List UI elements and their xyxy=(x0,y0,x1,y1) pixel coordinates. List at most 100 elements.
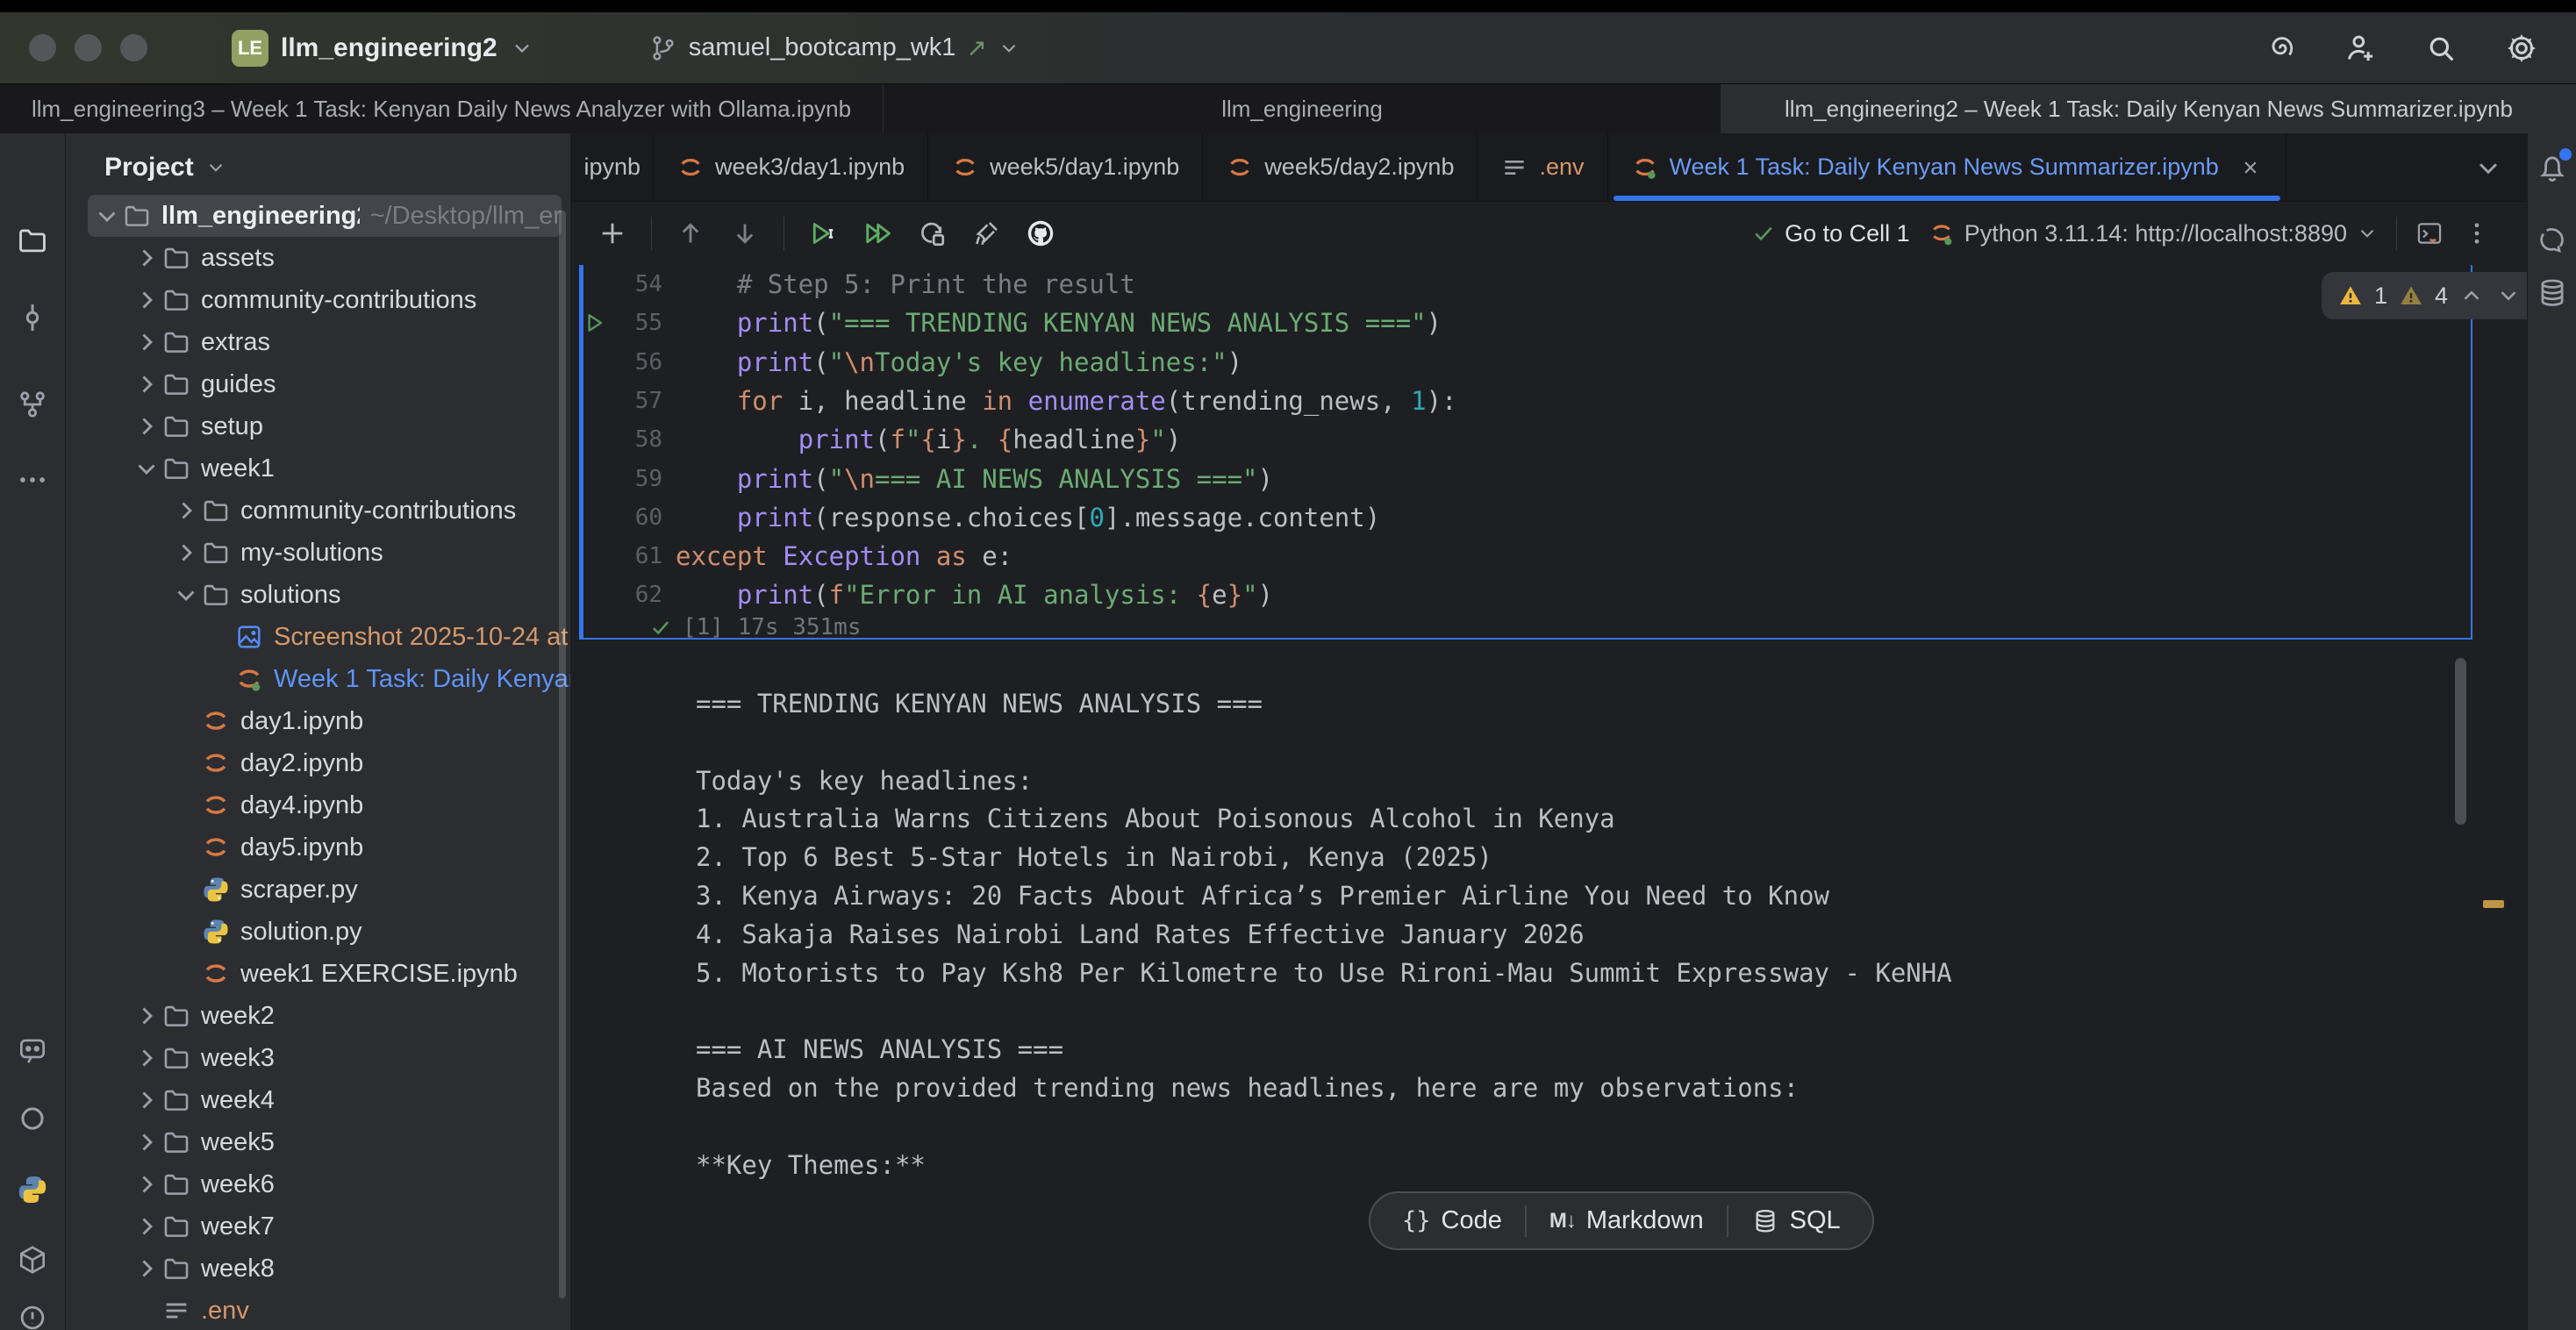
project-widget[interactable]: LE llm_engineering2 xyxy=(232,30,534,67)
chevron-right-icon[interactable] xyxy=(132,415,161,438)
cell-type-code-button[interactable]: {}Code xyxy=(1379,1206,1525,1235)
chevron-right-icon[interactable] xyxy=(132,1257,161,1280)
tree-item-day4-ipynb[interactable]: day4.ipynb xyxy=(66,784,570,826)
next-problem-icon[interactable] xyxy=(2495,282,2522,309)
project-tree-scrollbar[interactable] xyxy=(559,211,566,1298)
chevron-right-icon[interactable] xyxy=(171,499,201,522)
editor-tab-week-1-task-daily-kenyan-news-summarizer-ipynb[interactable]: Week 1 Task: Daily Kenyan News Summarize… xyxy=(1608,133,2286,201)
more-icon[interactable] xyxy=(16,463,49,497)
hidden-tabs-chevron-icon[interactable] xyxy=(2472,152,2504,183)
settings-gear-icon[interactable] xyxy=(2504,31,2539,66)
tree-item-day1-ipynb[interactable]: day1.ipynb xyxy=(66,700,570,742)
ai-assistant-icon[interactable] xyxy=(16,1033,49,1067)
tree-item-week-1-task-daily-kenyar[interactable]: Week 1 Task: Daily Kenyar xyxy=(66,658,570,700)
code-line-60[interactable]: 60 print(response.choices[0].message.con… xyxy=(570,498,2465,537)
problems-icon[interactable] xyxy=(16,1301,49,1330)
tree-item-community-contributions[interactable]: community-contributions xyxy=(66,279,570,321)
tree-item-week7[interactable]: week7 xyxy=(66,1205,570,1248)
editor-tab-week3-day1-ipynb[interactable]: week3/day1.ipynb xyxy=(654,133,928,201)
restart-kernel-icon[interactable] xyxy=(916,218,948,249)
tree-item-day5-ipynb[interactable]: day5.ipynb xyxy=(66,826,570,869)
cell-type-markdown-button[interactable]: M↓Markdown xyxy=(1527,1206,1727,1235)
close-window-button[interactable] xyxy=(29,34,56,61)
tree-item-week4[interactable]: week4 xyxy=(66,1079,570,1121)
tree-item--env[interactable]: .env xyxy=(66,1290,570,1330)
run-cell-icon[interactable] xyxy=(807,218,839,249)
tree-item-extras[interactable]: extras xyxy=(66,321,570,363)
add-cell-icon[interactable] xyxy=(597,218,628,249)
ai-swirl-icon[interactable] xyxy=(2262,31,2297,66)
tree-item-scraper-py[interactable]: scraper.py xyxy=(66,869,570,911)
inspections-widget[interactable]: 1 4 xyxy=(2322,272,2527,319)
tree-item-day2-ipynb[interactable]: day2.ipynb xyxy=(66,742,570,784)
code-line-59[interactable]: 59 print("\n=== AI NEWS ANALYSIS ===") xyxy=(570,460,2465,498)
chevron-right-icon[interactable] xyxy=(171,541,201,564)
window-tab-1[interactable]: llm_engineering3 – Week 1 Task: Kenyan D… xyxy=(0,84,884,133)
project-icon[interactable] xyxy=(16,224,49,257)
minimize-window-button[interactable] xyxy=(75,34,102,61)
chevron-right-icon[interactable] xyxy=(132,373,161,396)
tree-item-week3[interactable]: week3 xyxy=(66,1037,570,1079)
chevron-right-icon[interactable] xyxy=(132,1215,161,1238)
chevron-right-icon[interactable] xyxy=(132,1047,161,1069)
notifications-icon[interactable] xyxy=(2536,151,2569,184)
clear-outputs-broom-icon[interactable] xyxy=(970,218,1002,249)
jupyter-console-icon[interactable] xyxy=(2415,218,2444,248)
code-line-62[interactable]: 62 print(f"Error in AI analysis: {e}") xyxy=(570,576,2465,614)
tree-item-assets[interactable]: assets xyxy=(66,237,570,279)
maximize-window-button[interactable] xyxy=(120,34,147,61)
code-line-57[interactable]: 57 for i, headline in enumerate(trending… xyxy=(570,382,2465,420)
editor-scrollbar-thumb[interactable] xyxy=(2455,658,2466,825)
run-all-cells-icon[interactable] xyxy=(862,218,893,249)
tree-item-guides[interactable]: guides xyxy=(66,363,570,405)
chevron-right-icon[interactable] xyxy=(132,1005,161,1027)
tree-item-screenshot-2025-10-24-at[interactable]: Screenshot 2025-10-24 at xyxy=(66,616,570,658)
previous-problem-icon[interactable] xyxy=(2458,282,2485,309)
tree-item-solutions[interactable]: solutions xyxy=(66,574,570,616)
commit-icon[interactable] xyxy=(16,301,49,334)
chevron-down-icon[interactable] xyxy=(171,583,201,606)
move-cell-up-icon[interactable] xyxy=(675,218,706,249)
tree-item-my-solutions[interactable]: my-solutions xyxy=(66,532,570,574)
cell-type-sql-button[interactable]: SQL xyxy=(1728,1206,1864,1235)
window-tab-3[interactable]: llm_engineering2 – Week 1 Task: Daily Ke… xyxy=(1721,84,2576,133)
tree-item-week1-exercise-ipynb[interactable]: week1 EXERCISE.ipynb xyxy=(66,953,570,995)
editor-tab-week5-day2-ipynb[interactable]: week5/day2.ipynb xyxy=(1203,133,1478,201)
database-icon[interactable] xyxy=(2536,276,2569,310)
tree-item-week6[interactable]: week6 xyxy=(66,1163,570,1205)
search-icon[interactable] xyxy=(2423,31,2458,66)
code-line-55[interactable]: 55 print("=== TRENDING KENYAN NEWS ANALY… xyxy=(570,304,2465,342)
kernel-selector[interactable]: Python 3.11.14: http://localhost:8890 xyxy=(1928,219,2379,247)
editor-tab-ipynb[interactable]: ipynb xyxy=(570,133,654,201)
tree-item-community-contributions[interactable]: community-contributions xyxy=(66,490,570,532)
tree-item-week2[interactable]: week2 xyxy=(66,995,570,1037)
services-icon[interactable] xyxy=(16,1243,49,1276)
chevron-right-icon[interactable] xyxy=(132,1089,161,1112)
chevron-right-icon[interactable] xyxy=(132,1131,161,1154)
vcs-branch-widget[interactable]: samuel_bootcamp_wk1 ↗ xyxy=(648,33,1020,63)
run-cell-gutter-icon[interactable] xyxy=(583,311,607,335)
close-tab-icon[interactable] xyxy=(2238,155,2263,180)
notebook-document[interactable]: 54 # Step 5: Print the result55 print("=… xyxy=(570,265,2527,1330)
chevron-right-icon[interactable] xyxy=(132,331,161,354)
code-line-61[interactable]: 61except Exception as e: xyxy=(570,537,2465,576)
chevron-down-icon[interactable] xyxy=(132,457,161,480)
kebab-menu-icon[interactable] xyxy=(2462,218,2492,248)
go-to-cell-button[interactable]: Go to Cell 1 xyxy=(1751,220,1910,247)
code-line-58[interactable]: 58 print(f"{i}. {headline}") xyxy=(570,420,2465,459)
window-tab-2[interactable]: llm_engineering xyxy=(884,84,1721,133)
python-console-icon[interactable] xyxy=(16,1173,49,1206)
tree-item-week5[interactable]: week5 xyxy=(66,1121,570,1163)
chevron-right-icon[interactable] xyxy=(132,1173,161,1196)
warning-stripe-mark[interactable] xyxy=(2483,900,2504,908)
window-controls[interactable] xyxy=(29,34,147,61)
project-panel-header[interactable]: Project xyxy=(66,133,570,195)
move-cell-down-icon[interactable] xyxy=(729,218,761,249)
tree-item-llm-engineering2[interactable]: llm_engineering2~/Desktop/llm_er xyxy=(88,195,562,237)
github-icon[interactable] xyxy=(1025,218,1056,249)
code-line-54[interactable]: 54 # Step 5: Print the result xyxy=(570,265,2465,304)
code-line-56[interactable]: 56 print("\nToday's key headlines:") xyxy=(570,343,2465,382)
tree-item-solution-py[interactable]: solution.py xyxy=(66,911,570,953)
chevron-down-icon[interactable] xyxy=(92,204,122,227)
tree-item-week1[interactable]: week1 xyxy=(66,447,570,490)
